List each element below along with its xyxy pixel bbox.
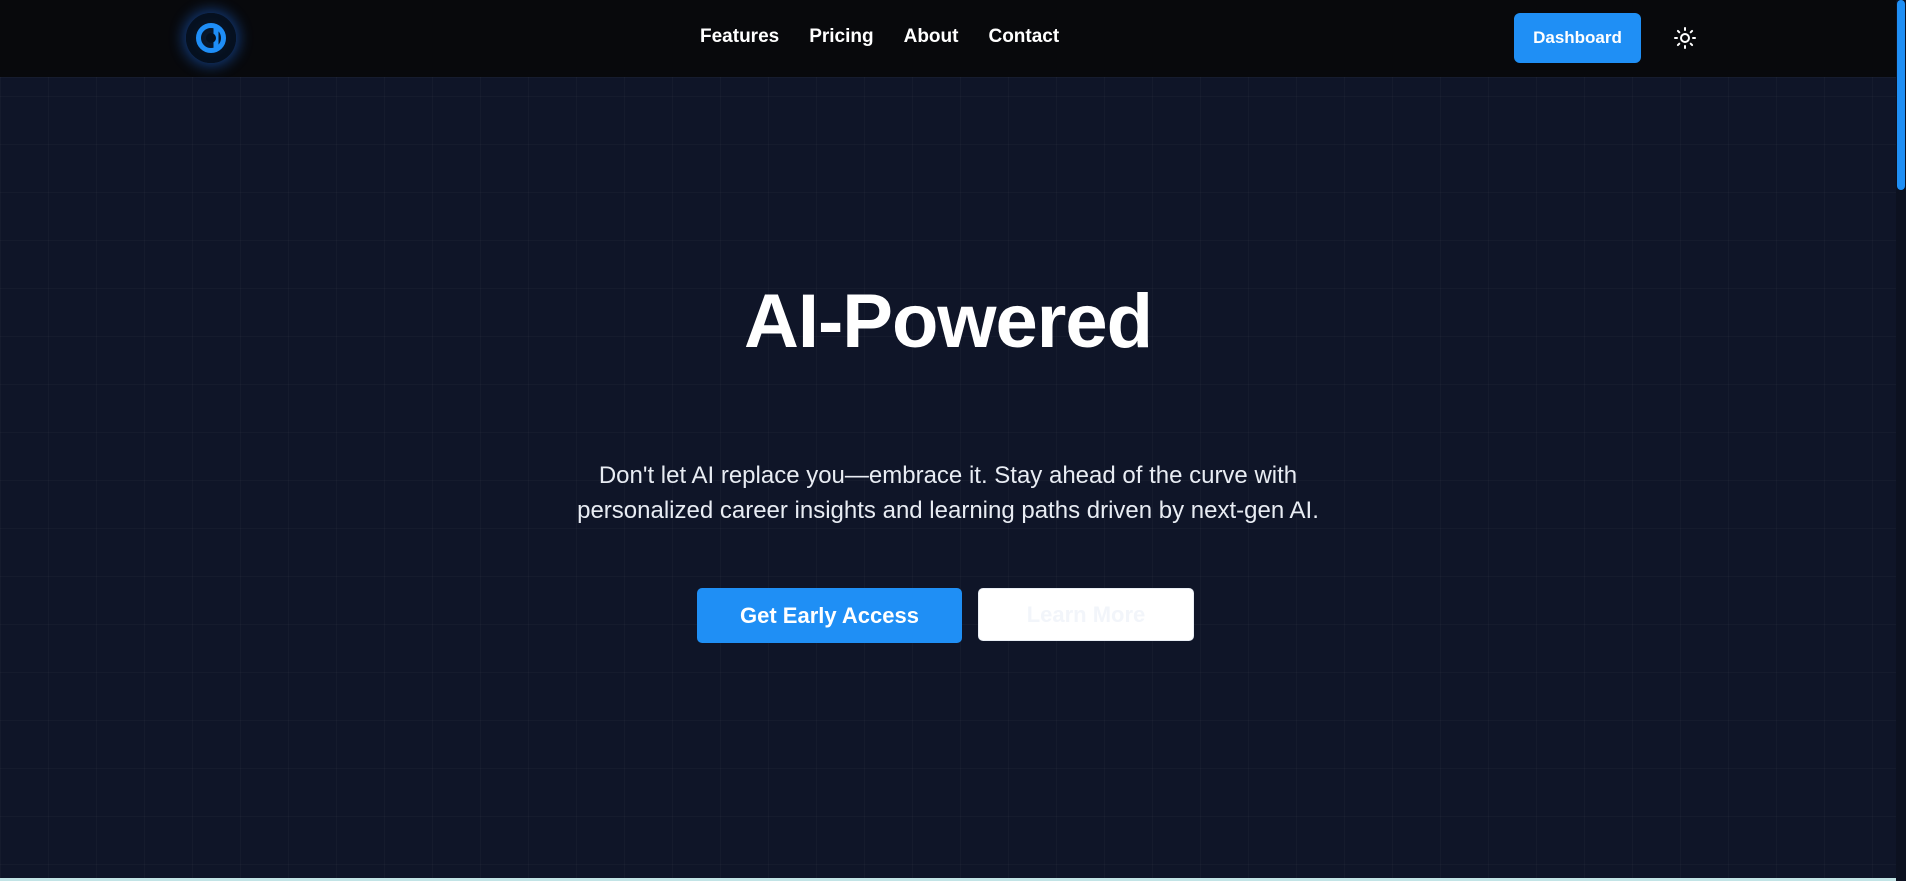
nav-link-contact[interactable]: Contact	[988, 26, 1059, 48]
hero-section: AI-Powered Don't let AI replace you—embr…	[0, 77, 1896, 881]
nav-link-pricing[interactable]: Pricing	[809, 26, 873, 48]
page: Features Pricing About Contact Dashboard…	[0, 0, 1906, 881]
sun-icon	[1674, 27, 1696, 49]
alpha-logo-icon[interactable]	[186, 13, 236, 63]
scrollbar-thumb[interactable]	[1897, 0, 1905, 190]
hero-subtitle: Don't let AI replace you—embrace it. Sta…	[577, 462, 1319, 524]
nav-link-features[interactable]: Features	[700, 26, 779, 48]
learn-more-button[interactable]: Learn More	[978, 588, 1194, 641]
dashboard-button[interactable]: Dashboard	[1514, 13, 1641, 63]
nav-link-about[interactable]: About	[904, 26, 959, 48]
main-nav: Features Pricing About Contact	[700, 26, 1059, 48]
theme-toggle-button[interactable]	[1670, 23, 1700, 53]
page-scrollbar[interactable]	[1896, 0, 1906, 881]
hero-title: AI-Powered	[743, 279, 1153, 364]
get-early-access-button[interactable]: Get Early Access	[697, 588, 962, 643]
top-navbar: Features Pricing About Contact Dashboard	[0, 0, 1896, 77]
hero-actions: Get Early Access Learn More	[697, 588, 1194, 643]
